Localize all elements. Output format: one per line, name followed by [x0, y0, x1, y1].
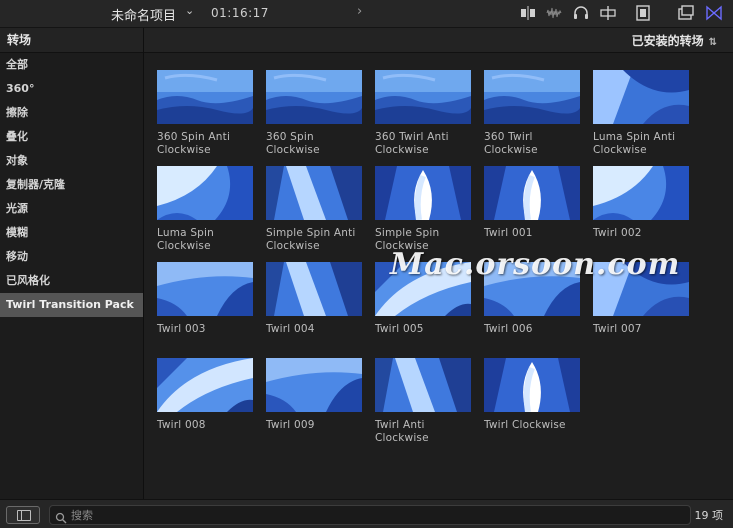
transition-tile[interactable]: 360 Twirl Clockwise — [484, 70, 580, 157]
sidebar-header: 转场 — [0, 28, 143, 53]
category-select-label: 已安装的转场 — [631, 34, 704, 48]
sidebar-item[interactable]: 模糊 — [0, 221, 143, 245]
transition-thumbnail — [157, 70, 253, 124]
search-field[interactable] — [49, 505, 691, 525]
search-icon — [55, 509, 67, 524]
item-count: 19 项 — [694, 509, 724, 522]
search-input[interactable] — [71, 507, 671, 523]
nav-forward-icon[interactable]: › — [357, 4, 362, 19]
transition-tile[interactable]: Luma Spin Anti Clockwise — [593, 70, 689, 157]
sidebar-item[interactable]: 移动 — [0, 245, 143, 269]
transition-label: Twirl Anti Clockwise — [375, 419, 429, 444]
transition-thumbnail — [484, 166, 580, 220]
transition-label: Luma Spin Clockwise — [157, 227, 215, 252]
transition-thumbnail — [484, 358, 580, 412]
transition-tile[interactable]: Twirl Anti Clockwise — [375, 358, 471, 445]
sidebar-toggle-button[interactable] — [6, 506, 40, 524]
transition-tile[interactable]: Twirl Clockwise — [484, 358, 580, 432]
transition-label: Twirl 009 — [266, 419, 315, 431]
transition-label: Twirl 004 — [266, 323, 315, 335]
chevron-down-icon[interactable]: ⌄ — [185, 4, 194, 17]
transition-thumbnail — [593, 262, 689, 316]
transition-label: 360 Spin Anti Clockwise — [157, 131, 231, 156]
transition-thumbnail — [484, 70, 580, 124]
sidebar-item[interactable]: 擦除 — [0, 101, 143, 125]
sidebar-list: 全部 360° 擦除 叠化 对象 复制器/克隆 光源 模糊 移动 已风格化 Twirl Transi… — [0, 53, 143, 317]
transition-thumbnail — [266, 166, 362, 220]
transition-thumbnail — [375, 166, 471, 220]
transition-label: Luma Spin Anti Clockwise — [593, 131, 676, 156]
transition-tile[interactable]: 360 Spin Anti Clockwise — [157, 70, 253, 157]
sidebar-item[interactable]: 360° — [0, 77, 143, 101]
transition-label: Twirl Clockwise — [484, 419, 566, 431]
transition-tile[interactable]: Twirl 009 — [266, 358, 362, 432]
transition-tile[interactable]: Twirl 003 — [157, 262, 253, 336]
headphones-icon[interactable] — [572, 5, 590, 21]
sidebar-item[interactable]: 复制器/克隆 — [0, 173, 143, 197]
sidebar-item[interactable]: 光源 — [0, 197, 143, 221]
transition-tile[interactable]: 360 Twirl Anti Clockwise — [375, 70, 471, 157]
transition-tile[interactable]: Luma Spin Clockwise — [157, 166, 253, 253]
transition-label: Twirl 003 — [157, 323, 206, 335]
audio-skimming-icon[interactable] — [545, 5, 563, 21]
transition-thumbnail — [484, 262, 580, 316]
sidebar-item[interactable]: 全部 — [0, 53, 143, 77]
transition-tile[interactable]: Twirl 004 — [266, 262, 362, 336]
transition-label: Twirl 008 — [157, 419, 206, 431]
bottom-bar: 19 项 — [0, 499, 733, 528]
transition-thumbnail — [157, 358, 253, 412]
transition-tile[interactable]: Simple Spin Anti Clockwise — [266, 166, 362, 253]
transition-thumbnail — [375, 70, 471, 124]
transition-label: 360 Spin Clockwise — [266, 131, 320, 156]
transition-thumbnail — [266, 358, 362, 412]
transition-tile[interactable]: Simple Spin Clockwise — [375, 166, 471, 253]
transition-thumbnail — [157, 262, 253, 316]
filmstrip-icon[interactable] — [634, 5, 652, 21]
window-layout-icon[interactable] — [677, 5, 695, 21]
category-select[interactable]: 已安装的转场 ⇅ — [632, 32, 717, 49]
sidebar-item[interactable]: 已风格化 — [0, 269, 143, 293]
transition-tile[interactable]: Twirl 006 — [484, 262, 580, 336]
project-title[interactable]: 未命名项目 — [111, 5, 176, 24]
updown-chevron-icon: ⇅ — [708, 37, 717, 48]
sidebar-item[interactable]: 叠化 — [0, 125, 143, 149]
transitions-sidebar: 转场 全部 360° 擦除 叠化 对象 复制器/克隆 光源 模糊 移动 已风格化 Twirl Tra… — [0, 28, 144, 499]
transition-label: Twirl 002 — [593, 227, 642, 239]
top-toolbar: 未命名项目 ⌄ 01:16:17 › — [0, 0, 733, 28]
snapping-icon[interactable] — [599, 5, 617, 21]
skimming-icon[interactable] — [519, 5, 537, 21]
content-header: 已安装的转场 ⇅ — [144, 28, 733, 53]
transition-tile[interactable]: Twirl 007 — [593, 262, 689, 336]
transition-label: Twirl 007 — [593, 323, 642, 335]
timecode-display: 01:16:17 — [211, 6, 269, 20]
transition-label: Simple Spin Clockwise — [375, 227, 440, 252]
transition-tile[interactable]: Twirl 008 — [157, 358, 253, 432]
sidebar-item[interactable]: Twirl Transition Pack — [0, 293, 143, 317]
transition-thumbnail — [375, 262, 471, 316]
transition-thumbnail — [593, 166, 689, 220]
transition-tile[interactable]: Twirl 001 — [484, 166, 580, 240]
transition-label: Simple Spin Anti Clockwise — [266, 227, 356, 252]
sidebar-item[interactable]: 对象 — [0, 149, 143, 173]
transition-thumbnail — [266, 70, 362, 124]
transition-tile[interactable]: 360 Spin Clockwise — [266, 70, 362, 157]
transition-label: Twirl 001 — [484, 227, 533, 239]
transition-thumbnail — [266, 262, 362, 316]
transition-thumbnail — [157, 166, 253, 220]
transition-label: 360 Twirl Clockwise — [484, 131, 538, 156]
transition-label: 360 Twirl Anti Clockwise — [375, 131, 449, 156]
transition-label: Twirl 006 — [484, 323, 533, 335]
effects-browser-icon[interactable] — [705, 5, 723, 21]
transition-label: Twirl 005 — [375, 323, 424, 335]
transition-thumbnail — [375, 358, 471, 412]
transition-thumbnail — [593, 70, 689, 124]
transition-tile[interactable]: Twirl 002 — [593, 166, 689, 240]
transition-tile[interactable]: Twirl 005 — [375, 262, 471, 336]
sidebar-toggle-icon — [17, 510, 31, 521]
